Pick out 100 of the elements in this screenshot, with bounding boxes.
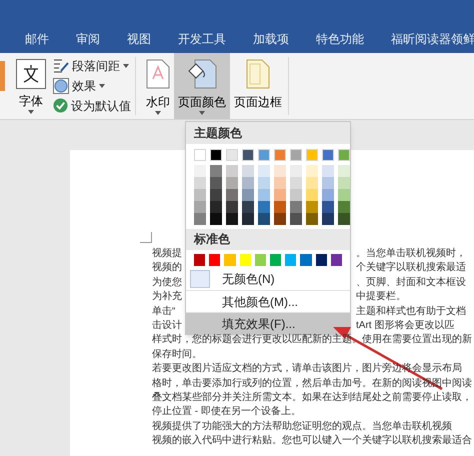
color-swatch[interactable] [338,213,350,225]
ribbon-tab[interactable]: 审阅 [76,31,100,47]
ribbon-large-button[interactable]: 水印 [142,53,174,119]
color-swatch[interactable] [322,165,334,177]
color-swatch[interactable] [258,177,270,189]
color-swatch[interactable] [338,189,350,201]
color-swatch[interactable] [226,201,238,213]
color-swatch[interactable] [254,254,266,266]
color-swatch[interactable] [210,177,222,189]
color-swatch[interactable] [274,165,286,177]
effects-icon [53,78,69,94]
document-text: 主题和样式也有助于文档 [356,304,466,319]
color-swatch[interactable] [258,189,270,201]
document-text: 中提要栏。 [356,290,406,304]
color-swatch[interactable] [258,149,270,161]
color-swatch[interactable] [242,189,254,201]
color-swatch[interactable] [290,177,302,189]
color-swatch[interactable] [274,149,286,161]
color-swatch[interactable] [316,254,327,266]
color-swatch[interactable] [290,165,302,177]
color-swatch[interactable] [226,189,238,201]
color-swatch[interactable] [270,254,282,266]
document-text: 、页脚、封面和文本框设 [356,276,466,290]
color-swatch[interactable] [306,165,318,177]
color-swatch[interactable] [194,201,206,213]
color-swatch[interactable] [210,213,222,225]
color-swatch[interactable] [210,149,222,161]
color-swatch[interactable] [322,213,334,225]
document-text: 为补充 [152,290,182,304]
color-swatch[interactable] [306,201,318,213]
color-swatch[interactable] [194,254,206,266]
color-swatch[interactable] [322,177,334,189]
color-swatch[interactable] [226,149,238,161]
fonts-button[interactable]: 字体 [15,53,47,119]
color-swatch[interactable] [285,254,296,266]
corner-mark [140,232,152,243]
color-swatch[interactable] [242,213,254,225]
color-swatch[interactable] [194,149,206,161]
color-swatch[interactable] [290,189,302,201]
color-swatch[interactable] [194,189,206,201]
color-swatch[interactable] [330,254,342,266]
color-swatch[interactable] [338,177,350,189]
check-icon [53,98,68,113]
font-glyph-icon [16,59,46,89]
color-swatch[interactable] [290,213,302,225]
color-swatch[interactable] [274,189,286,201]
theme-button-edge [0,61,5,91]
color-swatch[interactable] [290,201,302,213]
color-swatch[interactable] [240,254,251,266]
color-swatch[interactable] [226,165,238,177]
color-swatch[interactable] [194,165,206,177]
color-swatch[interactable] [290,149,302,161]
color-swatch[interactable] [322,201,334,213]
color-swatch[interactable] [242,201,254,213]
color-swatch[interactable] [194,213,206,225]
color-swatch[interactable] [338,201,350,213]
ribbon-small-button[interactable]: 效果 [53,77,131,94]
ribbon-tab[interactable]: 视图 [127,31,151,47]
color-swatch[interactable] [226,213,238,225]
color-swatch[interactable] [306,177,318,189]
color-swatch[interactable] [209,254,220,266]
color-swatch[interactable] [306,189,318,201]
color-swatch[interactable] [226,177,238,189]
ribbon-tab[interactable]: 开发工具 [178,31,226,47]
watermark-icon [146,59,170,89]
ribbon-small-button[interactable]: 段落间距 [53,57,131,74]
color-swatch[interactable] [210,189,222,201]
color-swatch[interactable] [274,177,286,189]
color-swatch[interactable] [194,177,206,189]
ribbon-small-button[interactable]: 设为默认值 [53,97,131,114]
color-swatch[interactable] [306,149,318,161]
color-swatch[interactable] [300,254,312,266]
ribbon-tab[interactable]: 特色功能 [316,31,364,47]
color-swatch[interactable] [258,165,270,177]
color-swatch[interactable] [322,149,334,161]
color-swatch[interactable] [242,165,254,177]
color-swatch[interactable] [242,177,254,189]
color-swatch[interactable] [258,213,270,225]
color-swatch[interactable] [274,201,286,213]
color-swatch[interactable] [322,189,334,201]
color-swatch[interactable] [210,165,222,177]
no-color-swatch-icon [190,270,210,288]
color-swatch[interactable] [242,149,254,161]
ribbon-tab[interactable]: 邮件 [25,31,49,47]
color-swatch[interactable] [258,201,270,213]
document-text: 保存时间。 [152,348,202,362]
ribbon-large-button[interactable]: 页面边框 [230,53,286,119]
menu-item[interactable]: 无颜色(N) [186,268,350,290]
color-swatch[interactable] [274,213,286,225]
color-swatch[interactable] [210,201,222,213]
color-swatch[interactable] [338,165,350,177]
document-text: 样式时，您的标题会进行更改以匹配新的主题。使用在需要位置出现的新 [152,333,472,348]
document-text: 视频的嵌入代码中进行粘贴。您也可以键入一个关键字以联机搜索最适合 [152,434,472,448]
menu-item[interactable]: 填充效果(F)... [186,312,350,334]
color-swatch[interactable] [338,149,350,161]
color-swatch[interactable] [224,254,236,266]
ribbon-large-button[interactable]: 页面颜色 [174,53,230,119]
color-swatch[interactable] [306,213,318,225]
ribbon-tab[interactable]: 加载项 [253,31,289,47]
paint-bucket-icon [187,59,217,89]
